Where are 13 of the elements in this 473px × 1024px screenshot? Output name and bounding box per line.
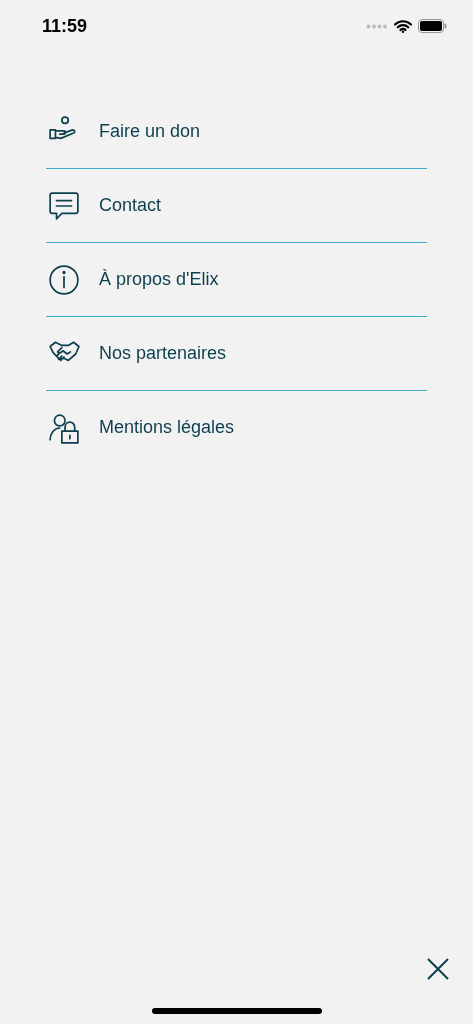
menu-item[interactable]: Nos partenaires — [99, 343, 227, 364]
person-lock-icon — [48, 411, 80, 444]
battery-icon — [418, 19, 447, 33]
wifi-icon — [394, 19, 412, 33]
info-icon — [48, 263, 80, 296]
signal-icon — [366, 23, 388, 29]
close-button[interactable] — [426, 957, 450, 981]
chat-bubble-icon — [48, 189, 80, 222]
menu-item[interactable]: Mentions légales — [99, 417, 235, 438]
menu-item[interactable]: À propos d'Elix — [99, 269, 219, 290]
menu-item[interactable]: Faire un don — [99, 121, 201, 142]
status-time: 11:59 — [42, 15, 88, 37]
menu-item[interactable]: Contact — [99, 195, 162, 216]
